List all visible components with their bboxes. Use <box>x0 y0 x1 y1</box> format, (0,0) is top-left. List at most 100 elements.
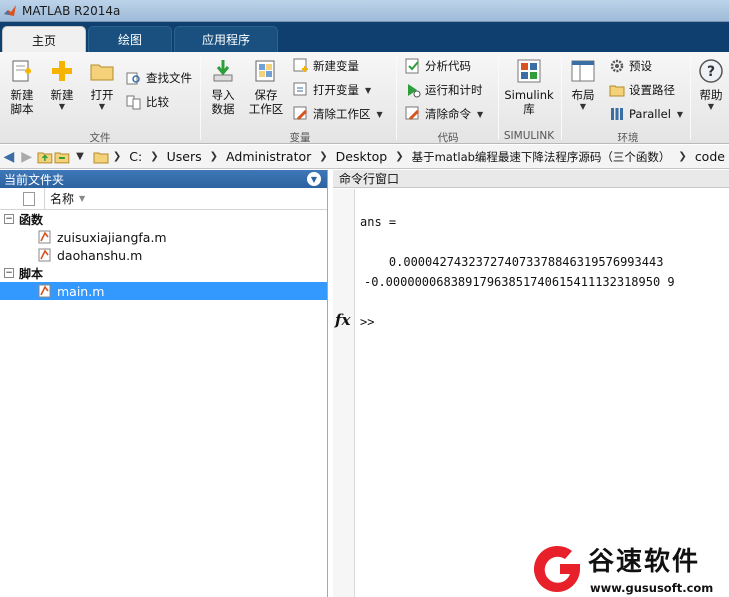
collapse-toggle-icon[interactable]: − <box>4 214 14 224</box>
open-variable-button[interactable]: 打开变量 ▼ <box>293 80 371 100</box>
group-label: 脚本 <box>19 266 44 281</box>
simulink-library-icon <box>517 59 541 83</box>
ribbon-separator <box>498 56 499 140</box>
tab-home[interactable]: 主页 <box>2 26 86 53</box>
root-folder-icon <box>93 152 109 163</box>
run-and-time-icon <box>408 84 421 98</box>
tab-plots[interactable]: 绘图 <box>88 26 172 52</box>
ribbon-separator <box>200 56 201 140</box>
help-label: 帮助 <box>699 88 723 102</box>
new-dropdown-arrow-icon: ▼ <box>58 102 66 111</box>
current-folder-title: 当前文件夹 <box>4 172 65 187</box>
new-label: 新建 <box>50 88 74 102</box>
preferences-button[interactable]: 预设 <box>609 56 652 76</box>
breadcrumb-chevron-icon: ❯ <box>150 151 159 162</box>
column-divider <box>44 187 45 210</box>
panel-menu-icon[interactable]: ▼ <box>307 172 321 186</box>
breadcrumb-item[interactable]: Desktop <box>336 149 388 164</box>
parallel-button[interactable]: Parallel ▼ <box>609 104 683 124</box>
command-window-panel[interactable]: 命令行窗口 ans = 0.00004274323727407337884631… <box>333 170 729 597</box>
address-bar: ◀ ▶ ▼ ❯ C: ❯ Users ❯ Administrator ❯ Des… <box>0 145 729 169</box>
gususoft-logo-icon <box>534 545 580 592</box>
breadcrumb-chevron-icon: ❯ <box>678 151 687 162</box>
breadcrumb-item[interactable]: 基于matlab编程最速下降法程序源码（三个函数） <box>412 149 671 165</box>
gear-icon <box>610 59 624 73</box>
list-item[interactable]: zuisuxiajiangfa.m <box>0 228 327 246</box>
compare-label: 比较 <box>146 95 169 109</box>
output-line: -0.0000000683891796385174061541113231895… <box>364 275 675 289</box>
find-files-button[interactable]: 查找文件 <box>126 68 192 88</box>
breadcrumb-item[interactable]: C: <box>129 149 142 164</box>
function-browser-icon[interactable]: fx <box>335 311 350 329</box>
sort-arrow-icon: ▼ <box>79 194 86 203</box>
new-variable-icon <box>293 58 308 72</box>
breadcrumb-item[interactable]: Administrator <box>226 149 311 164</box>
forward-arrow-icon[interactable]: ▶ <box>18 148 36 166</box>
watermark-title: 谷速软件 <box>588 547 701 577</box>
compare-icon <box>126 95 141 110</box>
command-window-title: 命令行窗口 <box>339 172 400 186</box>
run-and-time-label: 运行和计时 <box>425 83 483 97</box>
analyze-code-label: 分析代码 <box>425 59 471 73</box>
open-variable-label: 打开变量 <box>313 83 359 97</box>
output-line: 0.000042743237274073378846319576993443 <box>360 255 664 269</box>
clear-workspace-icon <box>293 106 308 121</box>
group-scripts[interactable]: − 脚本 <box>0 264 327 282</box>
new-variable-button[interactable]: 新建变量 <box>293 56 359 76</box>
compare-button[interactable]: 比较 <box>126 92 169 112</box>
clear-workspace-dropdown-icon: ▼ <box>376 109 383 119</box>
new-variable-label: 新建变量 <box>313 59 359 73</box>
list-item-selected[interactable]: main.m <box>0 282 327 300</box>
plus-icon <box>52 61 72 81</box>
collapse-toggle-icon[interactable]: − <box>4 268 14 278</box>
run-and-time-button[interactable]: 运行和计时 <box>405 80 483 100</box>
open-button[interactable]: 打开 ▼ <box>86 58 118 112</box>
simulink-library-button[interactable]: Simulink 库 <box>503 58 555 116</box>
new-script-button[interactable]: 新建 脚本 <box>4 58 40 116</box>
folder-dropdown-icon[interactable]: ▼ <box>71 148 89 166</box>
import-data-button[interactable]: 导入 数据 <box>206 58 240 116</box>
new-script-icon <box>12 60 31 82</box>
breadcrumb-item[interactable]: code <box>695 149 725 164</box>
current-folder-panel: 当前文件夹 ▼ 名称 ▼ − 函数 zuisuxiajiangfa.m daoh… <box>0 170 328 597</box>
clear-commands-button[interactable]: 清除命令 ▼ <box>405 104 483 124</box>
command-prompt[interactable]: >> <box>360 315 374 329</box>
ribbon-tab-strip: 主页 绘图 应用程序 <box>0 22 729 53</box>
breadcrumb: ❯ C: ❯ Users ❯ Administrator ❯ Desktop ❯… <box>93 149 729 165</box>
save-workspace-button[interactable]: 保存 工作区 <box>246 58 286 116</box>
back-arrow-icon[interactable]: ◀ <box>0 148 18 166</box>
breadcrumb-item[interactable]: Users <box>167 149 202 164</box>
layout-dropdown-arrow-icon: ▼ <box>579 102 587 111</box>
open-dropdown-arrow-icon: ▼ <box>98 102 106 111</box>
parallel-icon <box>611 108 623 120</box>
name-column-header[interactable]: 名称 <box>50 190 74 207</box>
environment-group-label: 环境 <box>617 132 639 144</box>
simulink-group-label: SIMULINK <box>503 130 555 142</box>
set-path-label: 设置路径 <box>629 83 675 97</box>
list-item[interactable]: daohanshu.m <box>0 246 327 264</box>
tab-apps[interactable]: 应用程序 <box>174 26 278 52</box>
help-button[interactable]: ? 帮助 ▼ <box>696 58 726 112</box>
set-path-folder-icon <box>609 85 625 97</box>
set-path-button[interactable]: 设置路径 <box>609 80 675 100</box>
analyze-code-button[interactable]: 分析代码 <box>405 56 471 76</box>
open-variable-dropdown-icon: ▼ <box>365 85 372 95</box>
up-folder-icon[interactable] <box>36 148 54 166</box>
svg-text:?: ? <box>707 64 715 80</box>
group-label: 函数 <box>19 212 44 227</box>
file-name: zuisuxiajiangfa.m <box>57 229 167 245</box>
breadcrumb-chevron-icon: ❯ <box>319 151 328 162</box>
layout-button[interactable]: 布局 ▼ <box>566 58 600 112</box>
group-functions[interactable]: − 函数 <box>0 210 327 228</box>
new-script-label: 新建 脚本 <box>10 88 34 116</box>
title-bar: MATLAB R2014a <box>0 0 729 22</box>
save-workspace-label: 保存 工作区 <box>248 88 284 116</box>
ribbon-separator <box>690 56 691 140</box>
command-window-header: 命令行窗口 <box>333 170 729 188</box>
clear-workspace-button[interactable]: 清除工作区 ▼ <box>293 104 383 124</box>
command-window-margin <box>333 189 355 597</box>
browse-folder-icon[interactable] <box>53 148 71 166</box>
parallel-dropdown-icon: ▼ <box>676 109 684 119</box>
file-type-column-icon <box>23 191 35 206</box>
new-button[interactable]: 新建 ▼ <box>46 58 78 112</box>
